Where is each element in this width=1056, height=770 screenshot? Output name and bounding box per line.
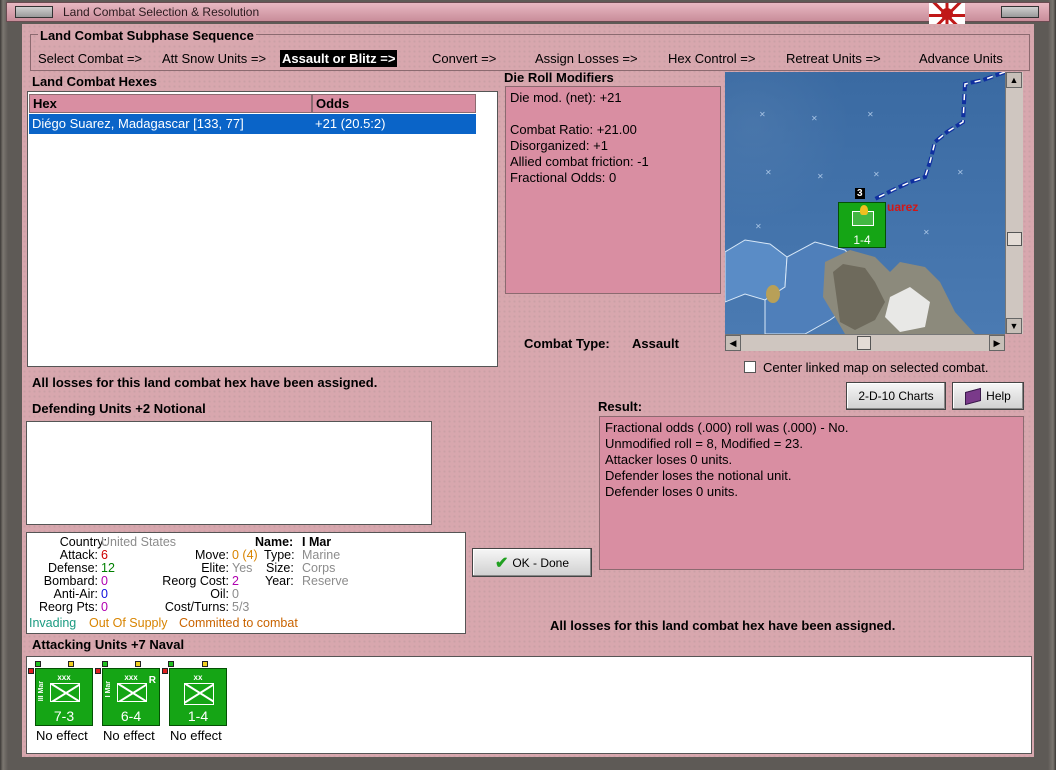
status-committed: Committed to combat — [179, 616, 298, 630]
unit-counter-iii-mar[interactable]: xxx III Mar 7-3 — [35, 668, 93, 726]
mod-line: Allied combat friction: -1 — [510, 154, 649, 169]
map-unit-counter[interactable]: 1-4 — [838, 202, 886, 248]
year-label: Year: — [265, 574, 294, 588]
hex-name: Diégo Suarez, Madagascar [133, 77] — [32, 116, 244, 131]
center-map-checkbox[interactable] — [744, 361, 756, 373]
step-advance-units[interactable]: Advance Units — [919, 51, 1003, 66]
map-horizontal-scrollbar[interactable]: ◀ ▶ — [725, 334, 1005, 351]
unit-name: III Mar — [38, 681, 45, 702]
japan-flag-icon — [929, 3, 965, 24]
losses-message-top: All losses for this land combat hex have… — [32, 375, 378, 390]
book-icon — [965, 387, 982, 405]
charts-button[interactable]: 2-D-10 Charts — [846, 382, 946, 410]
scroll-up-icon[interactable]: ▲ — [1006, 72, 1022, 88]
step-select-combat[interactable]: Select Combat => — [38, 51, 142, 66]
reorgpts-label: Reorg Pts: — [38, 600, 98, 614]
combat-type-value: Assault — [632, 336, 679, 351]
unit-info-panel: Country: United States Attack: 6 Defense… — [26, 532, 466, 634]
status-supply: Out Of Supply — [89, 616, 168, 630]
infantry-symbol-icon — [184, 683, 214, 705]
mod-line: Die mod. (net): +21 — [510, 90, 622, 105]
reorgpts-value: 0 — [101, 600, 108, 614]
hexes-header: Land Combat Hexes — [32, 74, 157, 89]
hexes-list[interactable]: Hex Odds Diégo Suarez, Madagascar [133, … — [27, 91, 498, 367]
close-button[interactable] — [1001, 6, 1039, 18]
costturns-value: 5/3 — [232, 600, 250, 614]
unit-size: xx — [193, 673, 203, 682]
col-hex-header[interactable]: Hex — [29, 94, 312, 113]
mod-line: Disorganized: +1 — [510, 138, 608, 153]
result-line: Defender loses 0 units. — [605, 484, 738, 499]
hex-odds: +21 (20.5:2) — [315, 116, 386, 131]
mod-line-blank — [510, 106, 716, 122]
defending-header: Defending Units +2 Notional — [32, 401, 206, 416]
window-title: Land Combat Selection & Resolution — [63, 5, 260, 19]
result-line: Defender loses the notional unit. — [605, 468, 792, 483]
hex-row-selected[interactable]: Diégo Suarez, Madagascar [133, 77] +21 (… — [29, 114, 476, 134]
result-line: Unmodified roll = 8, Modified = 23. — [605, 436, 803, 451]
step-convert[interactable]: Convert => — [432, 51, 496, 66]
combat-type-label: Combat Type: — [524, 336, 610, 351]
scroll-thumb[interactable] — [1007, 232, 1022, 246]
unit-name: I Mar — [105, 681, 112, 698]
step-retreat-units[interactable]: Retreat Units => — [786, 51, 881, 66]
help-label: Help — [986, 389, 1011, 403]
costturns-label: Cost/Turns: — [164, 600, 229, 614]
result-line: Attacker loses 0 units. — [605, 452, 733, 467]
unit-strength: 1-4 — [187, 708, 209, 724]
scroll-down-icon[interactable]: ▼ — [1006, 318, 1022, 334]
mod-line: Fractional Odds: 0 — [510, 170, 617, 185]
scroll-right-icon[interactable]: ▶ — [989, 335, 1005, 351]
step-att-snow-units[interactable]: Att Snow Units => — [162, 51, 266, 66]
ok-done-button[interactable]: ✔ OK - Done — [472, 548, 592, 577]
step-assign-losses[interactable]: Assign Losses => — [535, 51, 638, 66]
modifiers-panel: Die mod. (net): +21 Combat Ratio: +21.00… — [505, 86, 721, 294]
help-button[interactable]: Help — [952, 382, 1024, 410]
modifiers-header: Die Roll Modifiers — [504, 70, 614, 85]
linked-map[interactable]: ✕ ✕ ✕ ✕ ✕ ✕ ✕ ✕ ✕ uarez 1-4 3 — [725, 72, 1005, 334]
result-panel: Fractional odds (.000) roll was (.000) -… — [599, 416, 1024, 570]
unit-strength: 7-3 — [53, 708, 75, 724]
col-odds-header[interactable]: Odds — [312, 94, 476, 113]
ok-done-label: OK - Done — [512, 555, 570, 570]
attacking-header: Attacking Units +7 Naval — [32, 637, 185, 652]
country-value: United States — [101, 535, 177, 549]
checkmark-icon: ✔ — [494, 554, 509, 572]
reserve-marker: R — [148, 675, 156, 686]
unit-effect: No effect — [36, 728, 88, 743]
status-invading: Invading — [29, 616, 77, 630]
marine-symbol-icon — [50, 683, 80, 702]
subphase-header: Land Combat Subphase Sequence — [38, 28, 256, 43]
scroll-left-icon[interactable]: ◀ — [725, 335, 741, 351]
step-hex-control[interactable]: Hex Control => — [668, 51, 755, 66]
scroll-thumb[interactable] — [857, 336, 871, 350]
center-map-label: Center linked map on selected combat. — [763, 360, 989, 375]
defending-units-list[interactable] — [26, 421, 432, 525]
marine-symbol-icon — [117, 683, 147, 702]
result-header: Result: — [598, 399, 643, 414]
losses-message-bottom: All losses for this land combat hex have… — [550, 618, 896, 633]
year-value: Reserve — [302, 574, 349, 588]
unit-counter-division[interactable]: xx 1-4 — [169, 668, 227, 726]
mod-line: Combat Ratio: +21.00 — [510, 122, 637, 137]
unit-effect: No effect — [170, 728, 222, 743]
step-assault-or-blitz[interactable]: Assault or Blitz => — [280, 50, 398, 67]
map-unit-strength: 1-4 — [853, 233, 871, 247]
map-vertical-scrollbar[interactable]: ▲ ▼ — [1005, 72, 1023, 334]
unit-effect: No effect — [103, 728, 155, 743]
title-bar[interactable]: Land Combat Selection & Resolution — [6, 2, 1050, 24]
map-stack-count: 3 — [855, 188, 865, 199]
unit-counter-i-mar[interactable]: xxx I Mar R 6-4 — [102, 668, 160, 726]
map-city-label: uarez — [887, 200, 919, 214]
minimize-button[interactable] — [15, 6, 53, 18]
main-panel: Land Combat Subphase Sequence Select Com… — [22, 24, 1034, 757]
result-line: Fractional odds (.000) roll was (.000) -… — [605, 420, 849, 435]
unit-strength: 6-4 — [120, 708, 142, 724]
